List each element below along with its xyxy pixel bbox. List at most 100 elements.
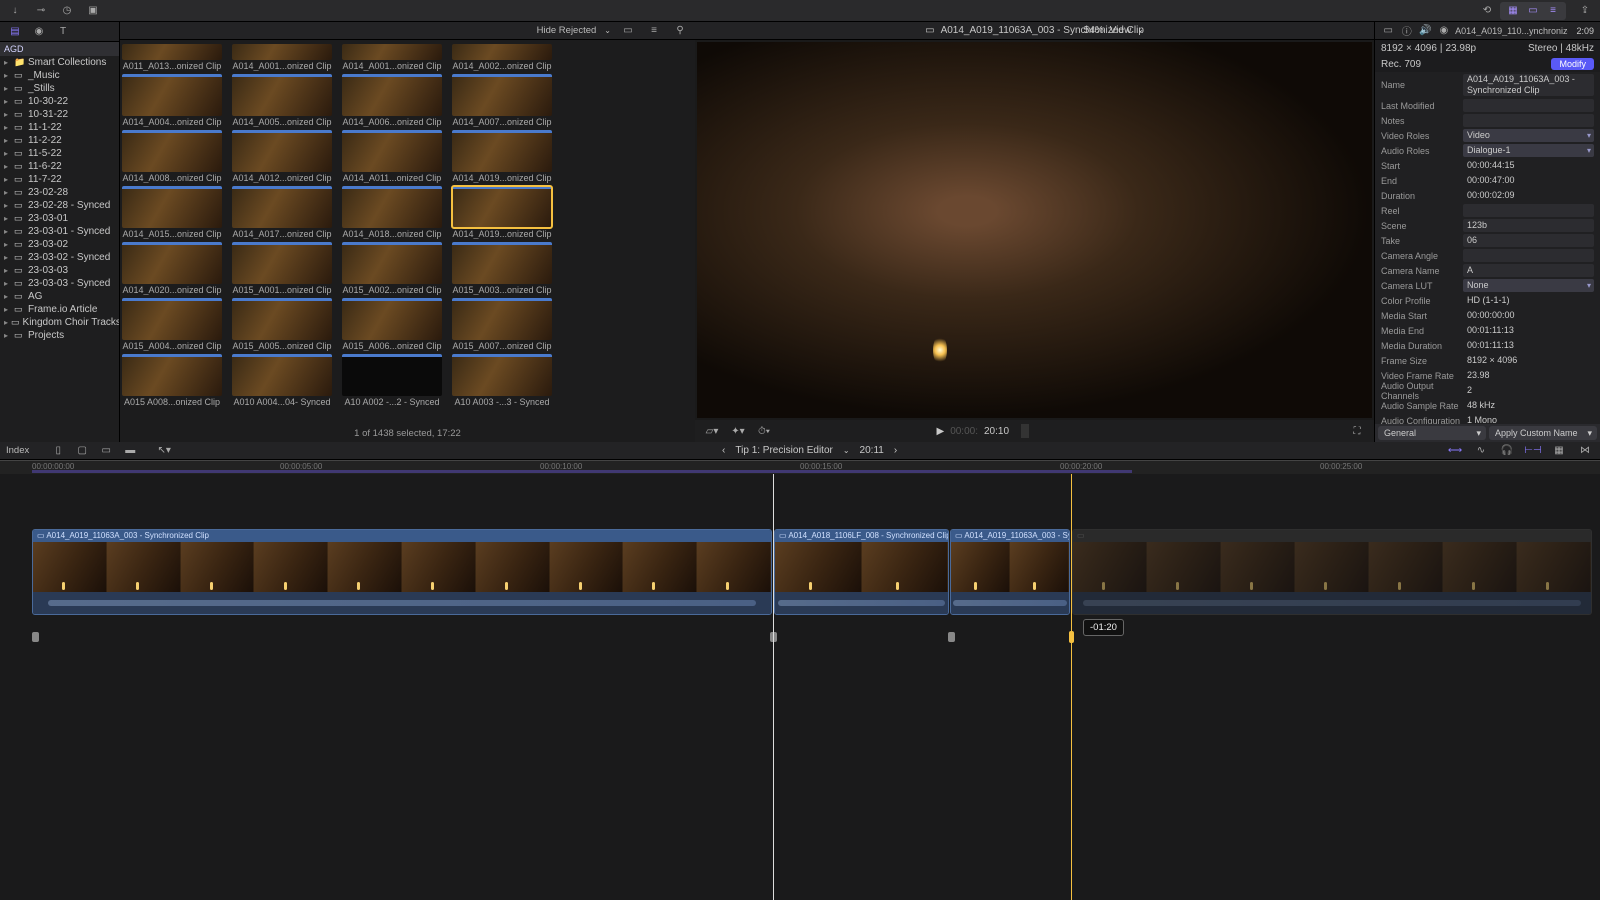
skimmer[interactable] [1071, 474, 1072, 900]
clip-thumbnail[interactable]: A014_A006...onized Clip [342, 74, 442, 127]
timeline-clip[interactable]: ▭ A014_A019_11063A_003 - Synchronized Cl… [32, 529, 772, 615]
field-value[interactable] [1463, 99, 1594, 112]
connect-icon[interactable]: ⟲ [1478, 3, 1496, 19]
sidebar-item[interactable]: ▸▭_Stills [0, 82, 119, 95]
info-tab-icon[interactable]: ⓘ [1400, 23, 1415, 39]
library-tab-icon[interactable]: ▤ [6, 24, 24, 40]
disclosure-triangle-icon[interactable]: ▸ [4, 175, 11, 184]
edit-marker[interactable] [32, 632, 39, 642]
disclosure-triangle-icon[interactable]: ▸ [4, 227, 11, 236]
metadata-view-dropdown[interactable]: General [1378, 426, 1486, 440]
clip-thumbnail[interactable]: A014_A011...onized Clip [342, 130, 442, 183]
sidebar-item[interactable]: ▸▭23-03-03 [0, 264, 119, 277]
clip-thumbnail[interactable]: A014_A017...onized Clip [232, 186, 332, 239]
sidebar-item[interactable]: ▸▭11-2-22 [0, 134, 119, 147]
disclosure-triangle-icon[interactable]: ▸ [4, 214, 11, 223]
playhead[interactable] [773, 474, 774, 900]
disclosure-triangle-icon[interactable]: ▸ [4, 97, 11, 106]
sidebar-item[interactable]: ▸▭10-31-22 [0, 108, 119, 121]
clip-thumbnail[interactable]: A014_A019...onized Clip [452, 186, 552, 239]
connect-clip-icon[interactable]: ▯ [49, 443, 67, 459]
disclosure-triangle-icon[interactable]: ▸ [4, 266, 11, 275]
sidebar-item[interactable]: ▸▭23-03-02 - Synced [0, 251, 119, 264]
clip-view-icon[interactable]: ▭ [619, 23, 637, 39]
clip-thumbnail[interactable]: A015_A002...onized Clip [342, 242, 442, 295]
prev-tip-icon[interactable]: ‹ [722, 445, 725, 456]
clip-thumbnail[interactable]: A014_A001...onized Clip [342, 44, 442, 71]
disclosure-triangle-icon[interactable]: ▸ [4, 136, 11, 145]
bg-tasks-icon[interactable]: ◷ [58, 3, 76, 19]
clip-thumbnail[interactable]: A015 A008...onized Clip [122, 354, 222, 407]
insert-icon[interactable]: ▢ [73, 443, 91, 459]
timeline-clip[interactable]: ▭ A014_A018_1106LF_008 - Synchronized Cl… [774, 529, 949, 615]
layout-timeline-icon[interactable]: ▭ [1524, 3, 1542, 19]
sidebar-item[interactable]: ▸▭23-03-01 - Synced [0, 225, 119, 238]
edit-marker[interactable] [948, 632, 955, 642]
snapping-icon[interactable]: ⊢⊣ [1524, 443, 1542, 459]
sidebar-item[interactable]: ▸▭AG [0, 290, 119, 303]
field-value[interactable] [1463, 114, 1594, 127]
disclosure-triangle-icon[interactable]: ▸ [4, 305, 11, 314]
field-value[interactable]: 123b [1463, 219, 1594, 232]
project-title[interactable]: Tip 1: Precision Editor [735, 445, 832, 456]
timeline-ruler[interactable]: 00:00:00:00 00:00:05:0000:00:10:0000:00:… [0, 460, 1600, 474]
disclosure-triangle-icon[interactable]: ▸ [4, 331, 11, 340]
clip-thumbnail[interactable]: A10 A003 -...3 - Synced [452, 354, 552, 407]
clip-thumbnail[interactable]: A014_A012...onized Clip [232, 130, 332, 183]
clip-thumbnail[interactable]: A014_A002...onized Clip [452, 44, 552, 71]
layout-segment[interactable]: ▦ ▭ ≡ [1500, 2, 1566, 20]
clip-thumbnail[interactable]: A015_A001...onized Clip [232, 242, 332, 295]
sidebar-item[interactable]: ▸▭11-6-22 [0, 160, 119, 173]
clip-info-icon[interactable]: ◉ [1437, 23, 1452, 39]
clip-thumbnail[interactable]: A014_A004...onized Clip [122, 74, 222, 127]
disclosure-triangle-icon[interactable]: ▸ [4, 110, 11, 119]
search-icon[interactable]: ⚲ [671, 23, 689, 39]
clip-thumbnail[interactable]: A014_A007...onized Clip [452, 74, 552, 127]
field-value[interactable]: 06 [1463, 234, 1594, 247]
field-value[interactable]: Dialogue-1 [1463, 144, 1594, 157]
timeline-clip[interactable]: ▭ A014_A019_11063A_003 - Synchronized Cl… [950, 529, 1070, 615]
sidebar-item[interactable]: ▸▭11-5-22 [0, 147, 119, 160]
disclosure-triangle-icon[interactable]: ▸ [4, 84, 11, 93]
enhance-icon[interactable]: ✦▾ [729, 423, 747, 439]
field-value[interactable] [1463, 249, 1594, 262]
clip-thumbnail[interactable]: A015_A004...onized Clip [122, 298, 222, 351]
disclosure-triangle-icon[interactable]: ▸ [4, 188, 11, 197]
sidebar-item[interactable]: ▸▭10-30-22 [0, 95, 119, 108]
chevron-down-icon[interactable]: ⌄ [843, 446, 850, 455]
titles-tab-icon[interactable]: T [54, 24, 72, 40]
clip-thumbnail[interactable]: A014_A019...onized Clip [452, 130, 552, 183]
extensions-icon[interactable]: ▣ [84, 3, 102, 19]
skimming-icon[interactable]: ⟷ [1446, 443, 1464, 459]
clip-thumbnail[interactable]: A010 A004...04- Synced [232, 354, 332, 407]
clip-thumbnail[interactable]: A015_A005...onized Clip [232, 298, 332, 351]
next-tip-icon[interactable]: › [894, 445, 897, 456]
clip-thumbnail[interactable]: A015_A003...onized Clip [452, 242, 552, 295]
disclosure-triangle-icon[interactable]: ▸ [4, 58, 11, 67]
timeline-body[interactable]: ▭ A014_A019_11063A_003 - Synchronized Cl… [0, 474, 1600, 900]
sidebar-item[interactable]: ▸▭23-02-28 [0, 186, 119, 199]
clip-thumbnail[interactable]: A011_A013...onized Clip [122, 44, 222, 71]
view-dropdown[interactable]: View [1110, 25, 1132, 36]
disclosure-triangle-icon[interactable]: ▸ [4, 201, 11, 210]
sidebar-item[interactable]: ▸▭Kingdom Choir Tracks [0, 316, 119, 329]
tools-dropdown-icon[interactable]: ↖▾ [155, 443, 173, 459]
clip-thumbnail[interactable]: A014_A005...onized Clip [232, 74, 332, 127]
disclosure-triangle-icon[interactable]: ▸ [4, 162, 11, 171]
effects-icon[interactable]: ▦ [1550, 443, 1568, 459]
custom-name-dropdown[interactable]: Apply Custom Name [1489, 426, 1597, 440]
clip-thumbnail[interactable]: A014_A001...onized Clip [232, 44, 332, 71]
append-icon[interactable]: ▭ [97, 443, 115, 459]
clip-thumbnail[interactable]: A015_A007...onized Clip [452, 298, 552, 351]
fullscreen-icon[interactable]: ⛶ [1348, 423, 1366, 439]
layout-inspector-icon[interactable]: ≡ [1544, 3, 1562, 19]
audio-skim-icon[interactable]: ∿ [1472, 443, 1490, 459]
clip-thumbnail[interactable]: A014_A015...onized Clip [122, 186, 222, 239]
disclosure-triangle-icon[interactable]: ▸ [4, 149, 11, 158]
disclosure-triangle-icon[interactable]: ▸ [4, 318, 8, 327]
list-view-icon[interactable]: ≡ [645, 23, 663, 39]
retime-icon[interactable]: ⏱▾ [755, 423, 773, 439]
sidebar-item[interactable]: ▸▭_Music [0, 69, 119, 82]
sidebar-item[interactable]: ▸▭11-7-22 [0, 173, 119, 186]
disclosure-triangle-icon[interactable]: ▸ [4, 123, 11, 132]
